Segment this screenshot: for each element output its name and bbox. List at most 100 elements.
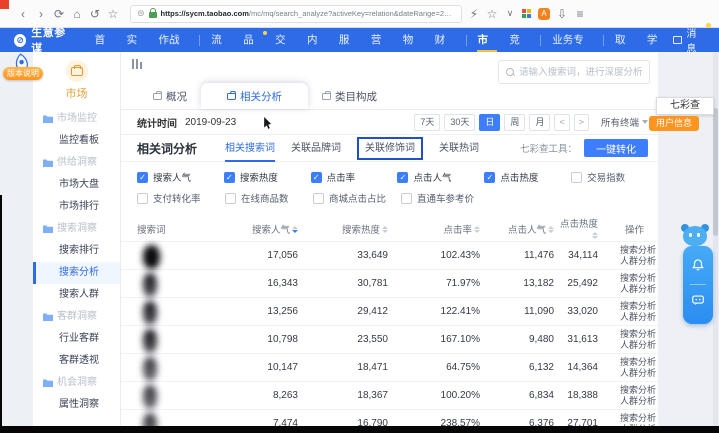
messages-button[interactable]: 消息 (673, 25, 705, 55)
keyword-search-box[interactable] (498, 60, 650, 84)
metric-checkbox-ctr[interactable]: ✓点击率 (311, 170, 398, 184)
sort-icons[interactable] (292, 226, 298, 233)
qicaicha-overlay-button[interactable]: 七彩查 (656, 97, 714, 115)
sort-icons[interactable] (548, 226, 554, 233)
sidebar-group-opportunity-insight[interactable]: 机会洞察 (33, 372, 120, 394)
sort-icons[interactable] (382, 226, 388, 233)
metric-checkbox-trade-index[interactable]: ✓交易指数 (571, 170, 658, 184)
unit-day-button-active[interactable]: 日 (479, 114, 500, 131)
metric-checkbox-search-heat[interactable]: ✓搜索热度 (224, 170, 311, 184)
menu-icon[interactable]: ≡ (574, 8, 586, 20)
sidebar-item-search-crowd[interactable]: 搜索人群 (33, 284, 120, 306)
search-analysis-link[interactable]: 搜索分析 (600, 273, 656, 284)
user-info-overlay-button[interactable]: 用户信息 (649, 116, 699, 131)
sidebar-item-attribute-insight[interactable]: 属性洞察 (33, 394, 120, 416)
metric-checkbox-search-popularity[interactable]: ✓搜索人气 (137, 170, 224, 184)
col-search-popularity[interactable]: 搜索人气 (205, 216, 300, 242)
metric-checkbox-online-products[interactable]: ✓在线商品数 (225, 191, 313, 205)
service-mascot-icon[interactable] (681, 224, 709, 248)
sidebar-group-market-monitor[interactable]: 市场监控 (33, 108, 120, 130)
nav-item-warroom[interactable]: 作战室 (158, 28, 188, 52)
next-date-button[interactable]: > (574, 114, 589, 131)
nav-item-academy[interactable]: 学院 (647, 28, 667, 52)
sort-icons[interactable] (592, 232, 598, 239)
sidebar-item-search-ranking[interactable]: 搜索排行 (33, 240, 120, 262)
col-click-heat[interactable]: 点击热度 (556, 216, 600, 242)
sidebar-item-market-ranking[interactable]: 市场排行 (33, 196, 120, 218)
nav-item-logistics[interactable]: 物流 (403, 28, 423, 52)
unit-month-button[interactable]: 月 (529, 114, 550, 131)
chat-icon[interactable] (691, 293, 705, 312)
range-7d-button[interactable]: 7天 (414, 114, 440, 131)
reload-icon[interactable]: ⟳ (50, 8, 68, 20)
nav-item-home[interactable]: 首页 (95, 28, 115, 52)
bell-icon[interactable] (691, 258, 705, 277)
tab-related-analysis-active[interactable]: 相关分析 (201, 83, 308, 109)
nav-item-content[interactable]: 内容 (307, 28, 327, 52)
crowd-analysis-link[interactable]: 人群分析 (600, 340, 656, 351)
back-icon[interactable]: ‹ (14, 8, 32, 20)
extensions-grid-icon[interactable] (522, 9, 532, 19)
col-click-popularity[interactable]: 点击人气 (482, 216, 556, 242)
search-analysis-link[interactable]: 搜索分析 (600, 245, 656, 256)
metric-checkbox-click-heat[interactable]: ✓点击热度 (484, 170, 571, 184)
one-click-convert-button[interactable]: 一键转化 (584, 139, 648, 157)
nav-item-business-zone[interactable]: 业务专区 (552, 28, 592, 52)
sidebar-item-monitor-board[interactable]: 监控看板 (33, 130, 120, 152)
address-bar[interactable]: ⊜ https://sycm.taobao.com/mc/mq/search_a… (130, 5, 462, 23)
stat-date-value[interactable]: 2019-09-23 (185, 117, 236, 128)
sidebar-group-supply-insight[interactable]: 供给洞察 (33, 152, 120, 174)
search-analysis-link[interactable]: 搜索分析 (600, 329, 656, 340)
crowd-analysis-link[interactable]: 人群分析 (600, 312, 656, 323)
nav-item-finance[interactable]: 财务 (435, 28, 455, 52)
scrollbar-thumb[interactable] (713, 108, 718, 236)
home-icon[interactable]: ⌂ (68, 8, 86, 20)
tab-overview[interactable]: 概况 (139, 83, 201, 109)
nav-item-competition[interactable]: 竞争 (509, 28, 529, 52)
version-note-tag[interactable]: 版本说明 (3, 67, 43, 80)
search-analysis-link[interactable]: 搜索分析 (600, 301, 656, 312)
col-ctr[interactable]: 点击率 (390, 216, 482, 242)
nav-item-data-extract[interactable]: 取数 (615, 28, 635, 52)
bookmark-star-icon[interactable]: ☆ (104, 8, 122, 20)
tab-category-composition[interactable]: 类目构成 (308, 83, 391, 109)
nav-item-market-active[interactable]: 市场 (477, 28, 497, 52)
sidebar-item-market-overview[interactable]: 市场大盘 (33, 174, 120, 196)
flash-plugin-icon[interactable]: ⚡ (468, 8, 480, 20)
unit-week-button[interactable]: 周 (504, 114, 525, 131)
sidebar-group-customer-insight[interactable]: 客群洞察 (33, 306, 120, 328)
search-analysis-link[interactable]: 搜索分析 (600, 385, 656, 396)
search-analysis-link[interactable]: 搜索分析 (600, 413, 656, 424)
sidebar-item-industry-customers[interactable]: 行业客群 (33, 328, 120, 350)
range-30d-button[interactable]: 30天 (444, 114, 475, 131)
download-icon[interactable]: ⇩ (556, 8, 568, 20)
sidebar-item-customer-perspective[interactable]: 客群透视 (33, 350, 120, 372)
dropdown-caret-icon[interactable]: ∨ (504, 9, 516, 18)
tab-related-modifier-words-boxed[interactable]: 关联修饰词 (357, 137, 423, 160)
sidebar-group-search-insight[interactable]: 搜索洞察 (33, 218, 120, 240)
nav-item-traffic[interactable]: 流量 (211, 28, 231, 52)
metric-checkbox-pay-conversion[interactable]: ✓支付转化率 (137, 191, 225, 205)
prev-date-button[interactable]: < (554, 114, 569, 131)
history-icon[interactable]: ↺ (86, 8, 104, 20)
metric-checkbox-click-popularity[interactable]: ✓点击人气 (397, 170, 484, 184)
search-analysis-link[interactable]: 搜索分析 (600, 357, 656, 368)
crowd-analysis-link[interactable]: 人群分析 (600, 368, 656, 379)
terminal-dropdown[interactable]: 所有终端 (601, 115, 648, 129)
tab-related-hot-words[interactable]: 关联热词 (439, 135, 479, 162)
nav-item-realtime[interactable]: 实时 (127, 28, 147, 52)
url-text[interactable]: https://sycm.taobao.com/mc/mq/search_ana… (161, 9, 455, 18)
favorite-star-icon[interactable]: ☆ (486, 8, 498, 20)
nav-item-category[interactable]: 品类 (243, 28, 263, 52)
crowd-analysis-link[interactable]: 人群分析 (600, 284, 656, 295)
nav-item-trade[interactable]: 交易 (275, 28, 295, 52)
crowd-analysis-link[interactable]: 人群分析 (600, 256, 656, 267)
search-input[interactable] (519, 67, 642, 78)
col-search-heat[interactable]: 搜索热度 (300, 216, 390, 242)
metric-checkbox-ztc-ref-price[interactable]: ✓直通车参考价 (401, 191, 489, 205)
tab-related-search-words-active[interactable]: 相关搜索词 (225, 135, 275, 162)
nav-item-marketing[interactable]: 营销 (371, 28, 391, 52)
tab-related-brand-words[interactable]: 关联品牌词 (291, 135, 341, 162)
crowd-analysis-link[interactable]: 人群分析 (600, 396, 656, 407)
extension-badge-icon[interactable]: A (538, 8, 550, 20)
